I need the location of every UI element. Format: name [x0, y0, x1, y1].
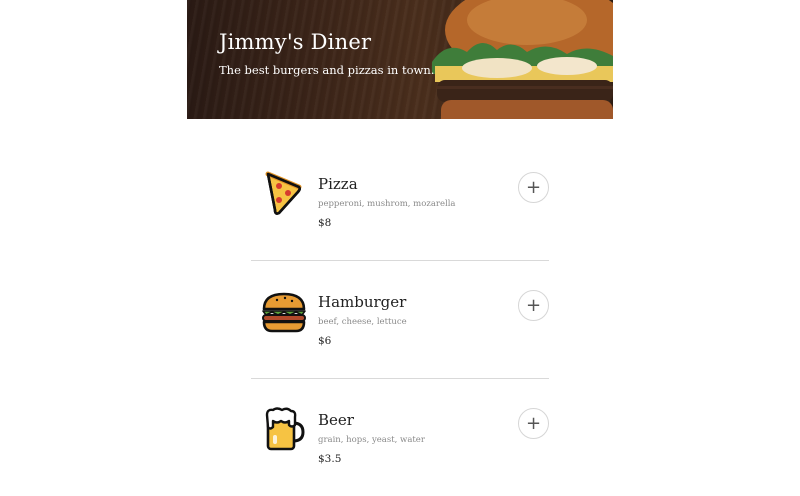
- menu-item-pizza: Pizza pepperoni, mushrom, mozarella $8 +: [251, 143, 549, 261]
- item-ingredients: grain, hops, yeast, water: [318, 435, 425, 445]
- pizza-slice-icon: [265, 171, 302, 215]
- item-name: Beer: [318, 411, 354, 429]
- beer-mug-icon: [265, 407, 305, 451]
- menu-item-beer: Beer grain, hops, yeast, water $3.5 +: [251, 379, 549, 496]
- add-hamburger-button[interactable]: +: [518, 290, 549, 321]
- item-price: $6: [318, 335, 332, 347]
- item-price: $8: [318, 217, 332, 229]
- item-ingredients: beef, cheese, lettuce: [318, 317, 407, 327]
- item-name: Pizza: [318, 175, 358, 193]
- menu-item-hamburger: Hamburger beef, cheese, lettuce $6 +: [251, 261, 549, 379]
- hamburger-icon: [262, 292, 306, 333]
- restaurant-subtitle: The best burgers and pizzas in town.: [219, 63, 435, 77]
- hero-banner: Jimmy's Diner The best burgers and pizza…: [187, 0, 613, 119]
- burger-photo: [432, 0, 613, 119]
- item-price: $3.5: [318, 453, 342, 465]
- item-name: Hamburger: [318, 293, 407, 311]
- add-beer-button[interactable]: +: [518, 408, 549, 439]
- restaurant-title: Jimmy's Diner: [219, 30, 372, 54]
- item-ingredients: pepperoni, mushrom, mozarella: [318, 199, 456, 209]
- add-pizza-button[interactable]: +: [518, 172, 549, 203]
- menu-list: Pizza pepperoni, mushrom, mozarella $8 +…: [251, 143, 549, 496]
